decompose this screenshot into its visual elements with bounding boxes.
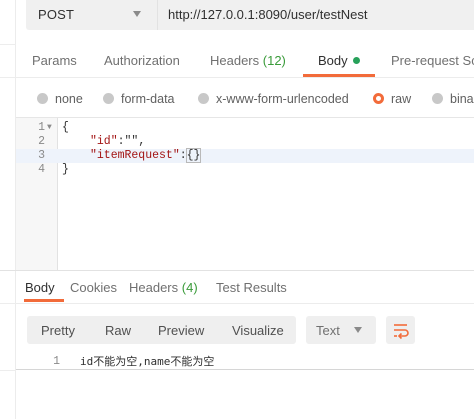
- radio-binary-label: bina: [450, 92, 474, 106]
- line-number: 1: [38, 121, 45, 134]
- response-tab-cookies[interactable]: Cookies: [70, 280, 117, 295]
- line-number: 2: [38, 135, 45, 148]
- visualize-button[interactable]: Visualize: [232, 323, 284, 338]
- pretty-button[interactable]: Pretty: [41, 323, 75, 338]
- radio-urlencoded-label: x-www-form-urlencoded: [216, 92, 349, 106]
- sidebar-divider: [0, 77, 16, 78]
- radio-raw-label: raw: [391, 92, 412, 106]
- chevron-down-icon: [354, 327, 362, 333]
- response-headers-label: Headers: [129, 280, 179, 295]
- json-value: :"",: [117, 135, 146, 148]
- response-tab-test-results[interactable]: Test Results: [216, 280, 287, 295]
- url-input[interactable]: http://127.0.0.1:8090/user/testNest: [157, 0, 474, 30]
- url-value: http://127.0.0.1:8090/user/testNest: [168, 7, 368, 22]
- wrap-lines-button[interactable]: [386, 316, 415, 344]
- code-text: {: [62, 121, 69, 134]
- code-line-active: 3 "itemRequest":{}: [16, 148, 474, 163]
- response-text: id不能为空,name不能为空: [80, 355, 215, 368]
- tab-body-label: Body: [318, 53, 348, 68]
- headers-count-badge: (12): [262, 53, 286, 68]
- tab-body[interactable]: Body: [318, 53, 360, 68]
- code-text: "itemRequest":{}: [90, 148, 202, 163]
- chevron-down-icon: [133, 11, 141, 17]
- body-mode-selector: none form-data x-www-form-urlencoded raw…: [16, 77, 474, 117]
- response-tabs: Body Cookies Headers (4) Test Results: [16, 271, 474, 303]
- json-key: "id": [90, 135, 118, 148]
- radio-raw[interactable]: raw: [373, 92, 411, 106]
- sidebar-divider: [0, 303, 16, 304]
- code-text: "id":"",: [90, 135, 145, 149]
- line-number: 3: [38, 149, 45, 162]
- line-number: 4: [38, 163, 45, 176]
- method-label: POST: [38, 7, 75, 22]
- view-mode-group: Pretty Raw Preview Visualize: [27, 316, 296, 344]
- json-colon: :: [179, 149, 187, 162]
- preview-button[interactable]: Preview: [158, 323, 204, 338]
- radio-icon: [37, 93, 48, 104]
- method-select[interactable]: POST: [26, 0, 157, 30]
- json-value: {}: [185, 148, 202, 163]
- code-line: 4 }: [16, 163, 474, 177]
- format-select[interactable]: Text: [306, 316, 376, 344]
- request-bar: POST http://127.0.0.1:8090/user/testNest: [16, 0, 474, 44]
- code-text: }: [62, 163, 69, 176]
- tab-headers-label: Headers: [210, 53, 260, 68]
- radio-icon: [103, 93, 114, 104]
- raw-button[interactable]: Raw: [105, 323, 131, 338]
- code-line: 1 ▼ {: [16, 121, 474, 135]
- response-toolbar: Pretty Raw Preview Visualize Text: [16, 303, 474, 351]
- code-line: 2 "id":"",: [16, 135, 474, 149]
- radio-icon: [198, 93, 209, 104]
- response-tab-headers[interactable]: Headers (4): [129, 280, 198, 295]
- format-label: Text: [316, 323, 340, 338]
- radio-form-data[interactable]: form-data: [103, 92, 175, 106]
- radio-none[interactable]: none: [37, 92, 83, 106]
- radio-none-label: none: [55, 92, 83, 106]
- radio-urlencoded[interactable]: x-www-form-urlencoded: [198, 92, 349, 106]
- fold-arrow-icon[interactable]: ▼: [47, 121, 52, 135]
- line-number: 1: [53, 355, 60, 368]
- left-sidebar-edge: [0, 0, 16, 419]
- request-body-editor[interactable]: 1 ▼ { 2 "id":"", 3 "itemRequest":{} 4 }: [16, 117, 474, 270]
- radio-selected-icon: [373, 93, 384, 104]
- radio-binary[interactable]: bina: [432, 92, 474, 106]
- response-body-line: 1 id不能为空,name不能为空: [16, 355, 474, 370]
- wrap-lines-icon: [394, 324, 409, 340]
- tab-authorization[interactable]: Authorization: [104, 53, 180, 68]
- tab-headers[interactable]: Headers (12): [210, 53, 286, 68]
- active-tab-indicator: [24, 299, 64, 302]
- sidebar-divider: [0, 44, 16, 45]
- radio-form-data-label: form-data: [121, 92, 175, 106]
- tab-params[interactable]: Params: [32, 53, 77, 68]
- response-tab-body[interactable]: Body: [25, 280, 55, 295]
- request-tabs: Params Authorization Headers (12) Body P…: [16, 44, 474, 77]
- radio-icon: [432, 93, 443, 104]
- sidebar-divider: [0, 370, 16, 371]
- response-headers-count: (4): [181, 280, 198, 295]
- json-key: "itemRequest": [90, 149, 180, 162]
- tab-pre-request-script[interactable]: Pre-request Scr: [391, 53, 474, 68]
- dot-icon: [352, 57, 360, 64]
